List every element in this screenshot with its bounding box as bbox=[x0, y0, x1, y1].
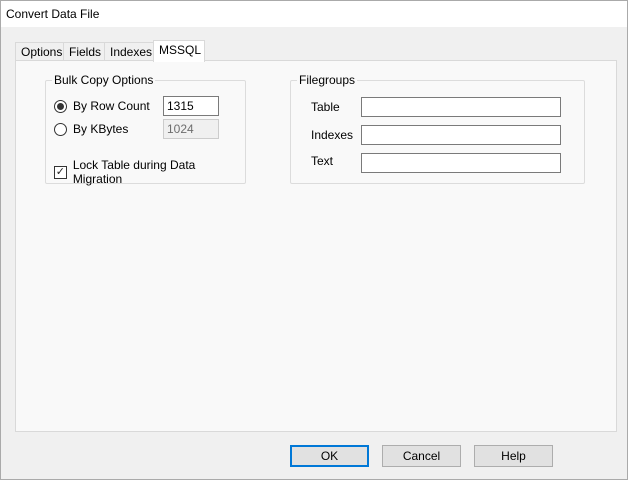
tab-options[interactable]: Options bbox=[15, 42, 64, 61]
bulk-copy-options-legend: Bulk Copy Options bbox=[52, 73, 156, 87]
help-button[interactable]: Help bbox=[474, 445, 553, 467]
lock-table-label: Lock Table during Data Migration bbox=[72, 158, 196, 186]
tab-indexes[interactable]: Indexes bbox=[104, 42, 154, 61]
bulk-copy-options-group: Bulk Copy Options By Row Count By KBytes… bbox=[45, 73, 246, 186]
by-kbytes-label: By KBytes bbox=[73, 122, 129, 136]
tab-fields[interactable]: Fields bbox=[63, 42, 105, 61]
cancel-button[interactable]: Cancel bbox=[382, 445, 461, 467]
text-filegroup-input[interactable] bbox=[361, 153, 561, 173]
row-count-input[interactable] bbox=[163, 96, 219, 116]
by-row-count-label: By Row Count bbox=[73, 99, 150, 113]
indexes-filegroup-label: Indexes bbox=[311, 128, 354, 142]
lock-table-option[interactable]: ✓ Lock Table during Data Migration bbox=[54, 158, 245, 186]
by-kbytes-radio[interactable] bbox=[54, 122, 67, 136]
filegroups-legend: Filegroups bbox=[297, 73, 358, 87]
table-filegroup-input[interactable] bbox=[361, 97, 561, 117]
kbytes-input bbox=[163, 119, 219, 139]
by-kbytes-option[interactable]: By KBytes bbox=[54, 122, 128, 136]
tab-mssql[interactable]: MSSQL bbox=[153, 40, 205, 62]
convert-data-file-dialog: Convert Data File Options Fields Indexes… bbox=[0, 0, 628, 480]
title-bar[interactable]: Convert Data File bbox=[1, 1, 627, 27]
filegroups-group: Filegroups Table Indexes Text bbox=[290, 73, 585, 184]
by-row-count-radio[interactable] bbox=[54, 99, 67, 113]
table-filegroup-label: Table bbox=[311, 100, 340, 114]
tab-panel-mssql: Bulk Copy Options By Row Count By KBytes… bbox=[15, 60, 617, 432]
indexes-filegroup-input[interactable] bbox=[361, 125, 561, 145]
ok-button[interactable]: OK bbox=[290, 445, 369, 467]
text-filegroup-label: Text bbox=[311, 154, 334, 168]
window-title: Convert Data File bbox=[6, 7, 100, 21]
by-row-count-option[interactable]: By Row Count bbox=[54, 99, 150, 113]
lock-table-checkbox[interactable]: ✓ bbox=[54, 165, 67, 179]
